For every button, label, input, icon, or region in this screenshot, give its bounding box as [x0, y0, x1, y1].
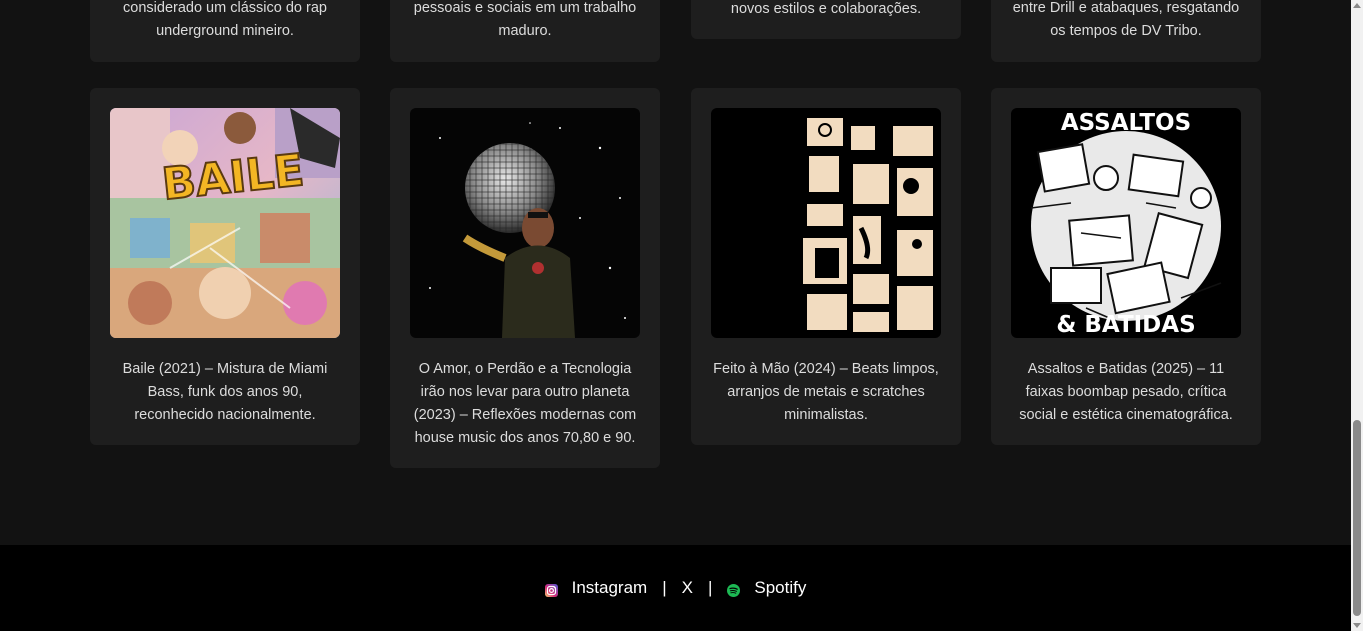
album-description: Assaltos e Batidas (2025) – 11 faixas bo…: [1019, 361, 1233, 423]
album-description: O Amor, o Perdão e a Tecnologia irão nos…: [413, 361, 637, 446]
album-card: considerado um clássico do rap undergroun…: [90, 0, 360, 62]
footer-separator: |: [707, 578, 713, 597]
album-description: Baile (2021) – Mistura de Miami Bass, fu…: [122, 361, 328, 423]
x-link[interactable]: X: [682, 578, 693, 598]
album-cover-assaltos: ASSALTOS & BATIDAS: [1011, 108, 1241, 338]
album-description: entre Drill e atabaques, resgatando os te…: [1012, 0, 1240, 39]
album-card: novos estilos e colaborações.: [691, 0, 961, 39]
album-card-amor: O Amor, o Perdão e a Tecnologia irão nos…: [390, 88, 660, 468]
album-card-assaltos: ASSALTOS & BATIDAS Assaltos e Batidas (2…: [991, 88, 1261, 445]
spotify-icon: [727, 582, 741, 597]
album-description: novos estilos e colaborações.: [730, 1, 922, 17]
album-cover-feito-a-mao: [711, 108, 941, 338]
album-description: considerado um clássico do rap undergroun…: [123, 0, 327, 39]
footer-separator: |: [662, 578, 667, 597]
instagram-link[interactable]: Instagram: [544, 578, 648, 598]
instagram-label: Instagram: [571, 578, 648, 597]
album-card: entre Drill e atabaques, resgatando os te…: [991, 0, 1261, 62]
scroll-down-icon[interactable]: [1353, 623, 1361, 628]
album-description: pessoais e sociais em um trabalho maduro.: [413, 0, 637, 39]
album-card-baile: BAILE Baile (2021) – Mistura de Miami Ba…: [90, 88, 360, 445]
album-card-feito-a-mao: Feito à Mão (2024) – Beats limpos, arran…: [691, 88, 961, 445]
spotify-label: Spotify: [754, 578, 807, 597]
vertical-scrollbar[interactable]: [1351, 0, 1363, 631]
album-card: pessoais e sociais em um trabalho maduro.: [390, 0, 660, 62]
x-label: X: [681, 578, 693, 597]
instagram-icon: [544, 582, 558, 597]
spotify-link[interactable]: Spotify: [727, 578, 806, 598]
scroll-up-icon[interactable]: [1353, 3, 1361, 8]
album-cover-amor: [410, 108, 640, 338]
footer: Instagram | X | Spotify: [0, 545, 1351, 631]
cover-title-top: ASSALTOS: [1061, 110, 1191, 136]
cover-title-bottom: & BATIDAS: [1056, 312, 1195, 338]
album-description: Feito à Mão (2024) – Beats limpos, arran…: [713, 361, 939, 423]
scroll-thumb[interactable]: [1353, 420, 1361, 616]
page-viewport: considerado um clássico do rap undergroun…: [0, 0, 1351, 631]
album-cover-baile: BAILE: [110, 108, 340, 338]
